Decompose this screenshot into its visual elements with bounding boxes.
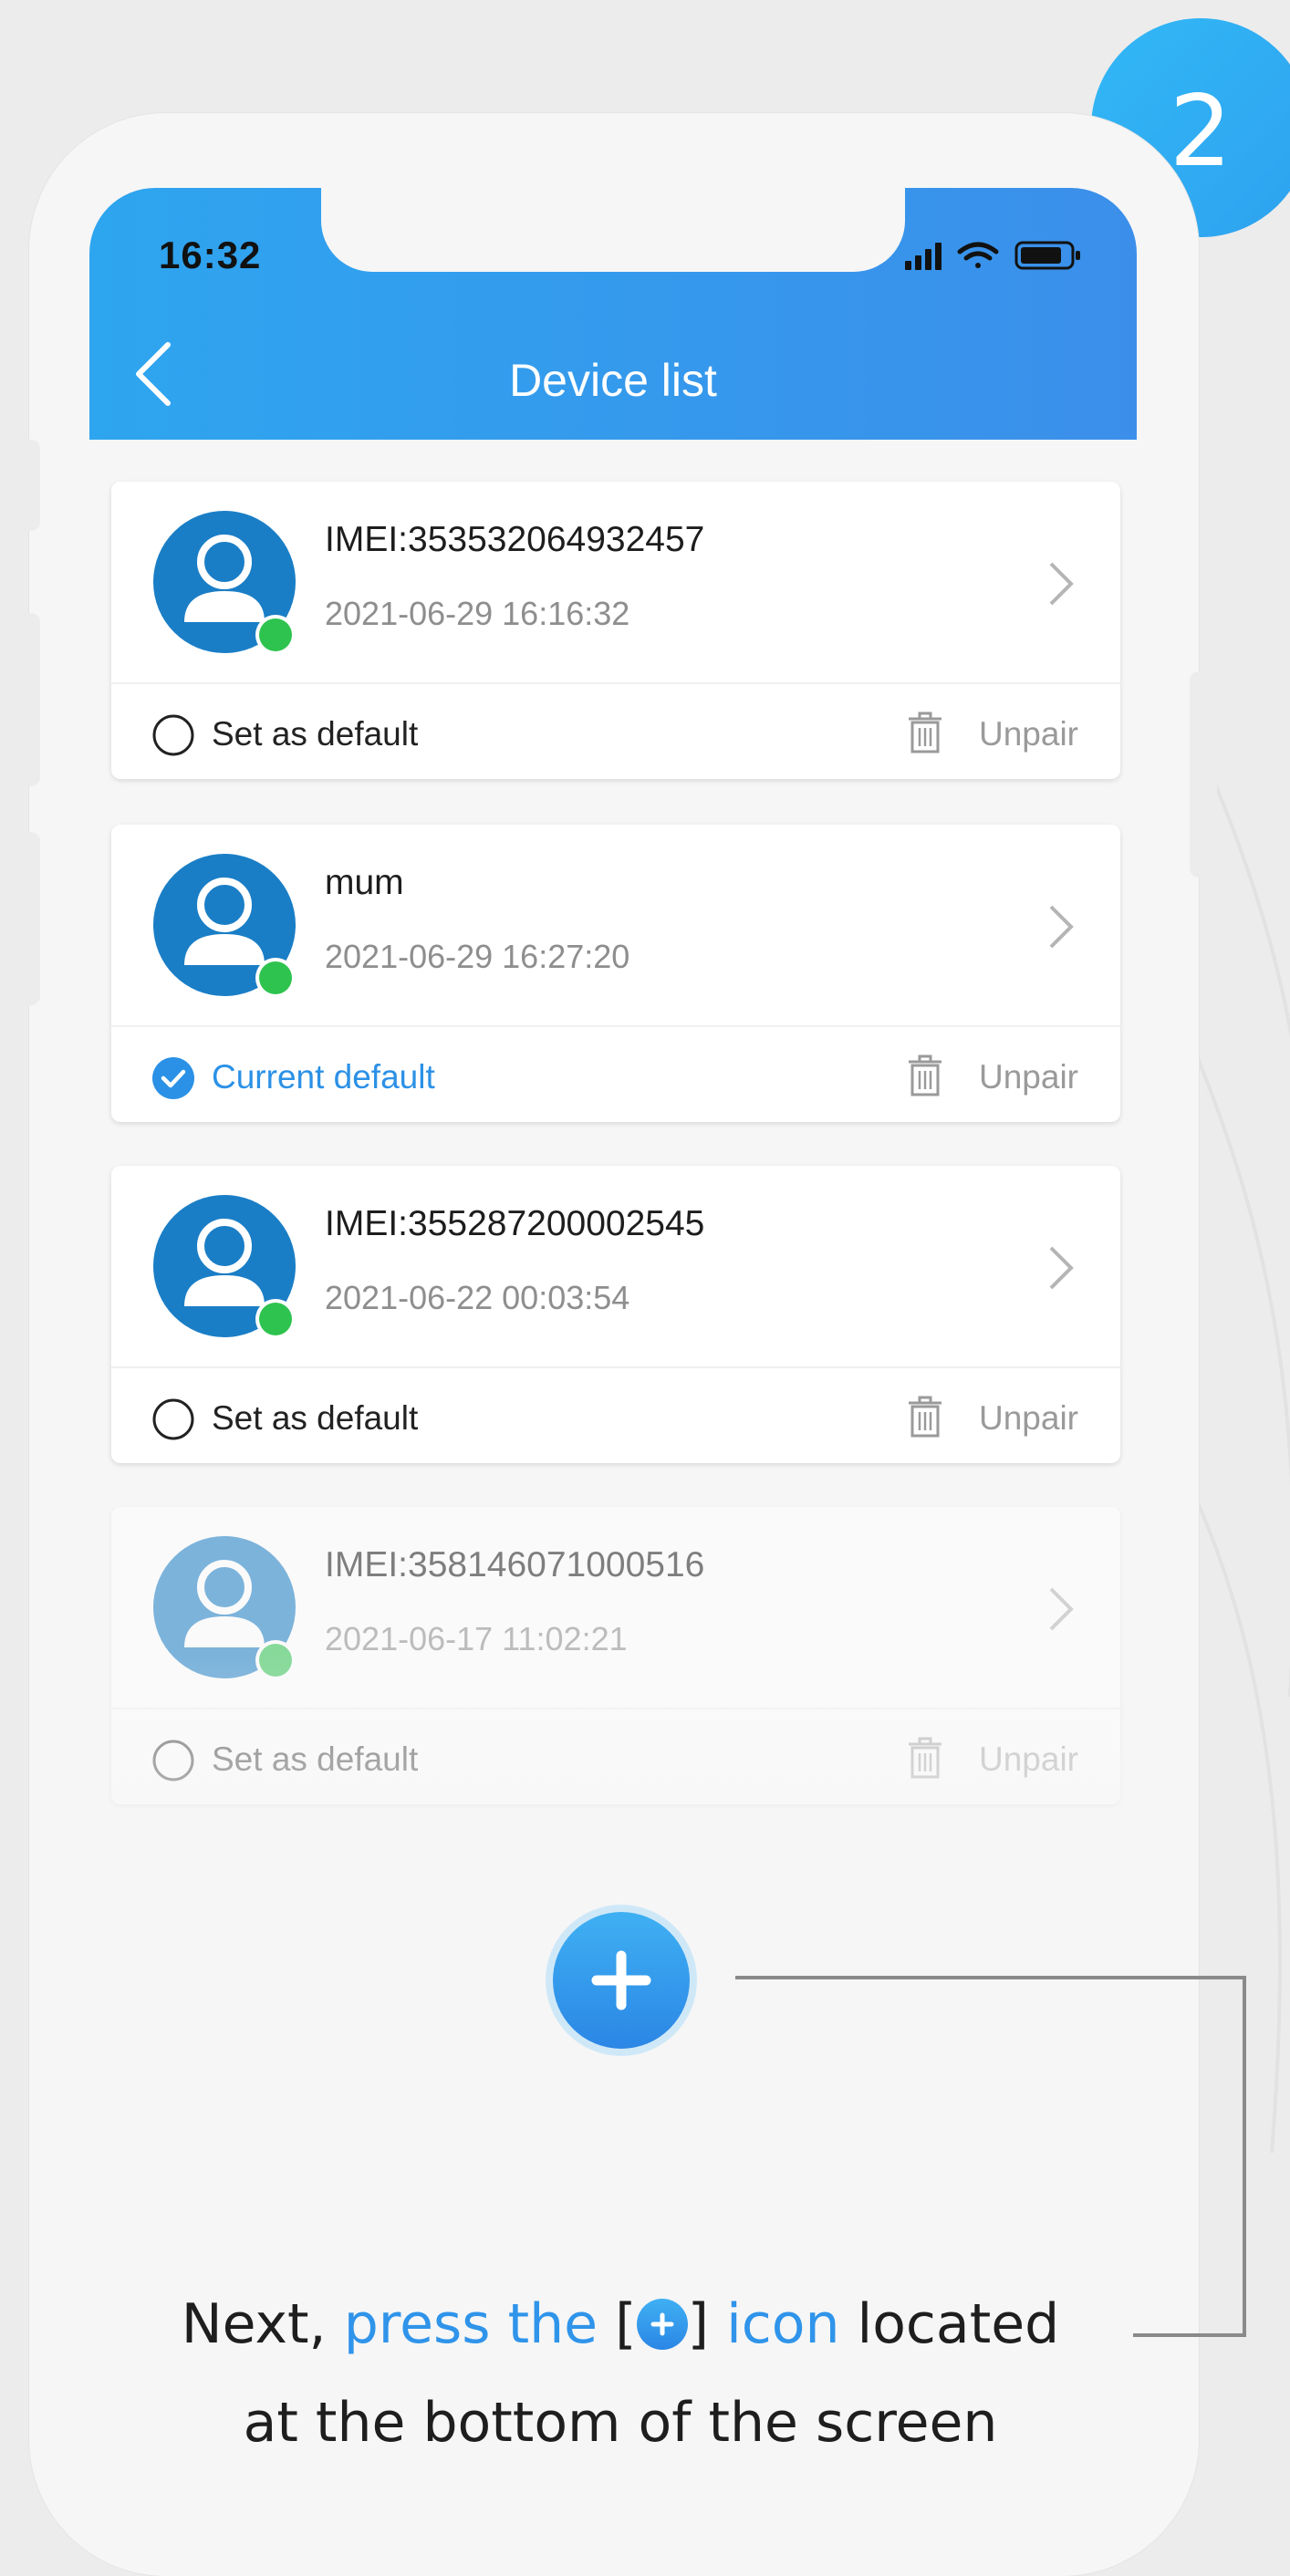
device-timestamp: 2021-06-29 16:27:20 — [325, 938, 630, 975]
instruction-part: ] — [687, 2292, 727, 2356]
instruction-part: [ — [598, 2292, 637, 2356]
device-timestamp: 2021-06-29 16:16:32 — [325, 595, 630, 632]
device-name: IMEI:353532064932457 — [325, 520, 705, 559]
trash-icon[interactable] — [907, 1394, 943, 1439]
phone-side-button — [13, 440, 40, 531]
instruction-part: Next, — [181, 2292, 344, 2356]
wifi-icon — [957, 242, 999, 268]
trash-icon[interactable] — [907, 710, 943, 755]
set-default-label[interactable]: Set as default — [212, 1399, 418, 1438]
device-avatar-icon — [153, 1195, 296, 1339]
card-divider — [111, 1366, 1120, 1368]
instruction-highlight: icon — [726, 2292, 840, 2356]
unpair-button[interactable]: Unpair — [979, 1740, 1078, 1779]
status-time: 16:32 — [159, 234, 262, 276]
card-divider — [111, 1025, 1120, 1027]
phone-notch — [321, 188, 905, 272]
device-name: IMEI:355287200002545 — [325, 1204, 705, 1243]
instruction-part: located — [839, 2292, 1060, 2356]
status-icons — [905, 241, 1080, 270]
callout-line — [735, 1976, 1246, 1979]
app-screen: 16:32 Device list IMEI:353532064932457 2… — [89, 188, 1137, 2432]
phone-side-button — [1190, 671, 1217, 878]
chevron-right-icon[interactable] — [1047, 560, 1075, 608]
card-divider — [111, 682, 1120, 684]
device-avatar-icon — [153, 511, 296, 655]
device-card[interactable]: IMEI:358146071000516 2021-06-17 11:02:21… — [111, 1507, 1120, 1804]
current-default-label[interactable]: Current default — [212, 1058, 435, 1096]
unpair-button[interactable]: Unpair — [979, 715, 1078, 753]
page-title: Device list — [509, 355, 717, 406]
callout-line — [1243, 1976, 1246, 2337]
signal-icon — [905, 243, 941, 270]
instruction-highlight: press the — [343, 2292, 598, 2356]
phone-side-button — [13, 832, 40, 1005]
device-avatar-icon — [153, 854, 296, 998]
default-radio[interactable] — [151, 1397, 195, 1441]
chevron-right-icon[interactable] — [1047, 1244, 1075, 1292]
default-radio[interactable] — [151, 713, 195, 757]
device-avatar-icon — [153, 1536, 296, 1680]
trash-icon[interactable] — [907, 1735, 943, 1781]
unpair-button[interactable]: Unpair — [979, 1399, 1078, 1438]
device-card[interactable]: IMEI:355287200002545 2021-06-22 00:03:54… — [111, 1166, 1120, 1463]
card-divider — [111, 1708, 1120, 1709]
set-default-label[interactable]: Set as default — [212, 715, 418, 753]
phone-side-button — [13, 613, 40, 786]
device-name: mum — [325, 863, 404, 902]
device-card[interactable]: IMEI:353532064932457 2021-06-29 16:16:32… — [111, 482, 1120, 779]
device-timestamp: 2021-06-17 11:02:21 — [325, 1620, 628, 1657]
plus-circle-icon — [636, 2299, 688, 2350]
default-radio-checked[interactable] — [151, 1056, 195, 1100]
battery-icon — [1014, 241, 1080, 270]
device-card[interactable]: mum 2021-06-29 16:27:20 Current default … — [111, 825, 1120, 1122]
chevron-right-icon[interactable] — [1047, 1585, 1075, 1633]
header-bar: 16:32 Device list — [89, 188, 1137, 440]
device-name: IMEI:358146071000516 — [325, 1545, 705, 1584]
chevron-right-icon[interactable] — [1047, 903, 1075, 950]
instruction-line2: at the bottom of the screen — [243, 2391, 998, 2455]
unpair-button[interactable]: Unpair — [979, 1058, 1078, 1096]
default-radio[interactable] — [151, 1739, 195, 1782]
trash-icon[interactable] — [907, 1053, 943, 1098]
device-timestamp: 2021-06-22 00:03:54 — [325, 1279, 630, 1316]
plus-icon — [591, 1950, 651, 2010]
set-default-label[interactable]: Set as default — [212, 1740, 418, 1779]
add-device-button[interactable] — [553, 1912, 690, 2049]
instruction-text: Next, press the [] icon located at the b… — [0, 2275, 1241, 2472]
